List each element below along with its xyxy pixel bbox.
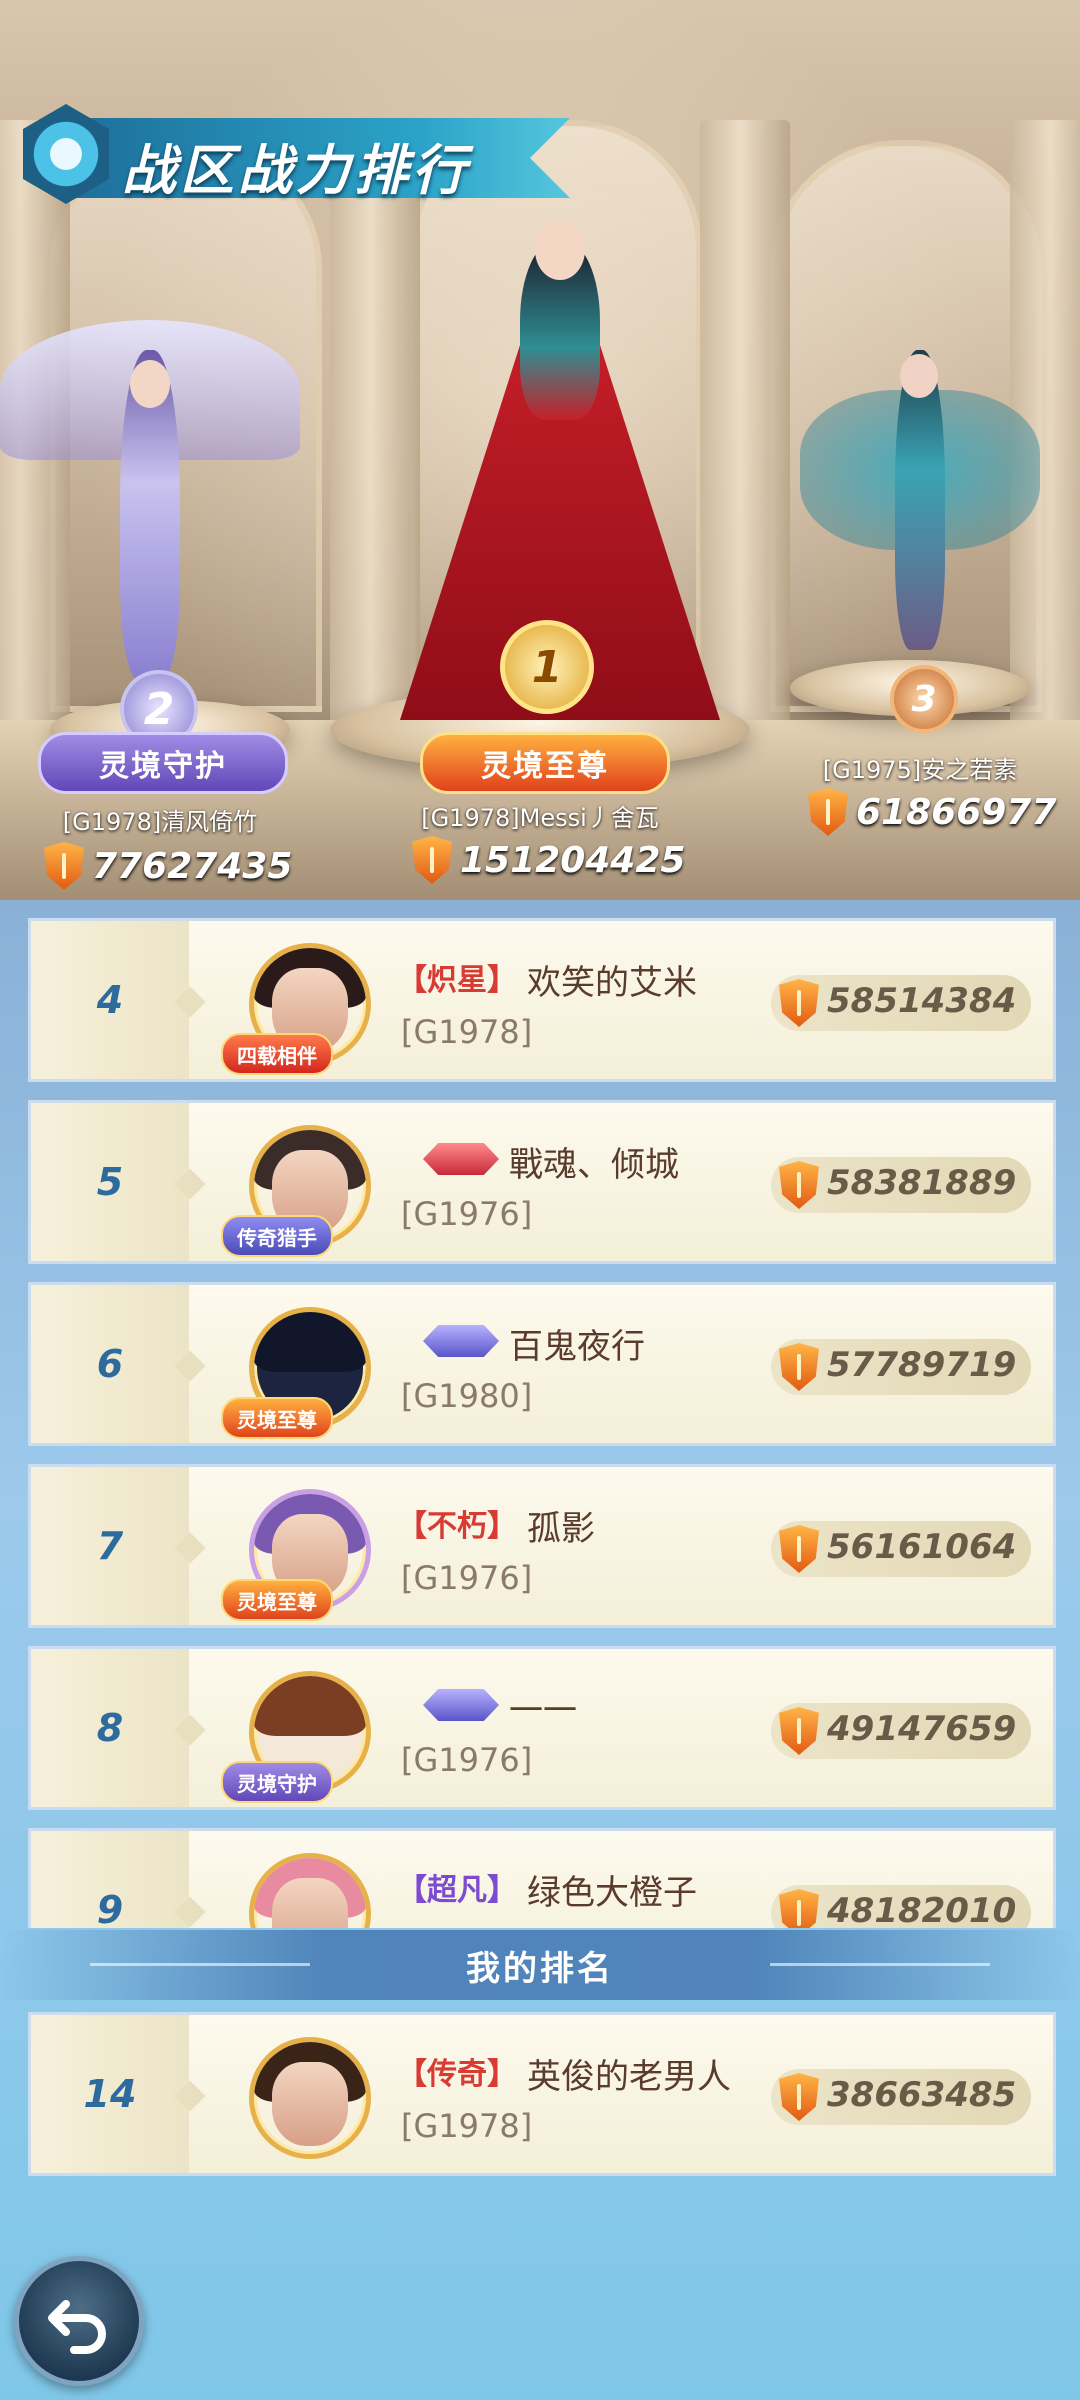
rank-number: 9 xyxy=(96,1888,124,1928)
power-pill: 38663485 xyxy=(771,2069,1031,2125)
power-pill: 58381889 xyxy=(771,1157,1031,1213)
server-tag: [G1978] xyxy=(401,1013,533,1051)
shield-sword-icon xyxy=(779,1343,819,1391)
rank-2-power: 77627435 xyxy=(44,842,292,890)
shield-sword-icon xyxy=(779,1161,819,1209)
avatar-badge: 灵境至尊 xyxy=(221,1397,333,1439)
my-rank-row[interactable]: 14 【传奇】 英俊的老男人 [G1978] 38663485 xyxy=(28,2012,1056,2176)
rank-1-power: 151204425 xyxy=(412,836,685,884)
power-value: 58514384 xyxy=(827,981,1017,1021)
player-name: 英俊的老男人 xyxy=(527,2057,731,2097)
vip-tag: 【炽星】 xyxy=(397,963,517,998)
title-banner: 战区战力排行 xyxy=(10,100,570,210)
ranking-row[interactable]: 5 传奇猎手 戰魂、倾城 [G1976] 58381889 xyxy=(28,1100,1056,1264)
shield-sword-icon xyxy=(779,2073,819,2121)
rank-1-title-plate: 灵境至尊 xyxy=(420,732,670,794)
ranking-list[interactable]: 4 四载相伴 【炽星】 欢笑的艾米 [G1978] 58514384 5 传奇猎… xyxy=(28,918,1056,1928)
ranking-row[interactable]: 4 四载相伴 【炽星】 欢笑的艾米 [G1978] 58514384 xyxy=(28,918,1056,1082)
power-value: 56161064 xyxy=(827,1527,1017,1567)
vip-emblem-icon xyxy=(417,1683,505,1727)
avatar-badge: 四载相伴 xyxy=(221,1033,333,1075)
back-button[interactable] xyxy=(14,2256,144,2386)
power-pill: 57789719 xyxy=(771,1339,1031,1395)
server-tag: [G1976] xyxy=(401,1195,533,1233)
vip-tag: 【不朽】 xyxy=(397,1509,517,1544)
my-rank-header: 我的排名 xyxy=(0,1930,1080,2000)
ranking-row[interactable]: 8 灵境守护 一一 [G1976] 49147659 xyxy=(28,1646,1056,1810)
vip-tag: 【超凡】 xyxy=(397,1873,517,1908)
power-value: 49147659 xyxy=(827,1709,1017,1749)
vip-emblem-icon xyxy=(417,1319,505,1363)
vip-emblem-icon xyxy=(417,1137,505,1181)
player-name: 欢笑的艾米 xyxy=(527,963,697,1003)
player-name: 一一 xyxy=(509,1691,577,1731)
avatar-badge: 灵境至尊 xyxy=(221,1579,333,1621)
vip-tag: 【传奇】 xyxy=(397,2057,517,2092)
power-pill: 49147659 xyxy=(771,1703,1031,1759)
rank-1-medal: 1 xyxy=(500,620,594,714)
rank-number: 8 xyxy=(96,1706,124,1750)
server-tag: [G1978] xyxy=(401,2107,533,2145)
player-name: 孤影 xyxy=(527,1509,595,1549)
player-name: 绿色大橙子 xyxy=(527,1873,697,1913)
rank-3-player-name[interactable]: [G1975]安之若素 xyxy=(800,750,1040,785)
power-value: 58381889 xyxy=(827,1163,1017,1203)
page-title: 战区战力排行 xyxy=(122,139,470,202)
power-pill: 48182010 xyxy=(771,1885,1031,1928)
rank-3-medal: 3 xyxy=(890,665,958,733)
power-value: 57789719 xyxy=(827,1345,1017,1385)
ranking-row[interactable]: 9 【超凡】 绿色大橙子 48182010 xyxy=(28,1828,1056,1928)
rank-1-player-name[interactable]: [G1978]Messi丿舍瓦 xyxy=(380,798,700,833)
power-value: 38663485 xyxy=(827,2075,1017,2115)
avatar-badge: 传奇猎手 xyxy=(221,1215,333,1257)
shield-sword-icon xyxy=(412,836,452,884)
rank-2-player-name[interactable]: [G1978]清风倚竹 xyxy=(30,802,290,837)
server-tag: [G1976] xyxy=(401,1559,533,1597)
power-pill: 56161064 xyxy=(771,1521,1031,1577)
my-rank-label: 我的排名 xyxy=(466,1948,614,1989)
player-avatar[interactable] xyxy=(249,2037,371,2159)
rank-number: 14 xyxy=(83,2072,137,2116)
server-tag: [G1980] xyxy=(401,1377,533,1415)
power-pill: 58514384 xyxy=(771,975,1031,1031)
power-value: 48182010 xyxy=(827,1891,1017,1928)
character-rank-2[interactable] xyxy=(0,300,300,680)
rank-number: 7 xyxy=(96,1524,124,1568)
shield-sword-icon xyxy=(779,1525,819,1573)
shield-sword-icon xyxy=(808,788,848,836)
rank-number: 6 xyxy=(96,1342,124,1386)
shield-sword-icon xyxy=(779,1889,819,1928)
server-tag: [G1976] xyxy=(401,1741,533,1779)
rank-number: 5 xyxy=(96,1160,124,1204)
shield-sword-icon xyxy=(779,1707,819,1755)
ranking-row[interactable]: 7 灵境至尊 【不朽】 孤影 [G1976] 56161064 xyxy=(28,1464,1056,1628)
rank-3-power: 61866977 xyxy=(808,788,1056,836)
ranking-row[interactable]: 6 灵境至尊 百鬼夜行 [G1980] 57789719 xyxy=(28,1282,1056,1446)
rank-2-title-plate: 灵境守护 xyxy=(38,732,288,794)
player-avatar[interactable] xyxy=(249,1853,371,1928)
player-name: 戰魂、倾城 xyxy=(509,1145,679,1185)
avatar-badge: 灵境守护 xyxy=(221,1761,333,1803)
rank-number: 4 xyxy=(96,978,124,1022)
character-rank-3[interactable] xyxy=(780,330,1060,660)
shield-sword-icon xyxy=(779,979,819,1027)
back-arrow-icon xyxy=(48,2300,106,2354)
shield-sword-icon xyxy=(44,842,84,890)
player-name: 百鬼夜行 xyxy=(509,1327,645,1367)
